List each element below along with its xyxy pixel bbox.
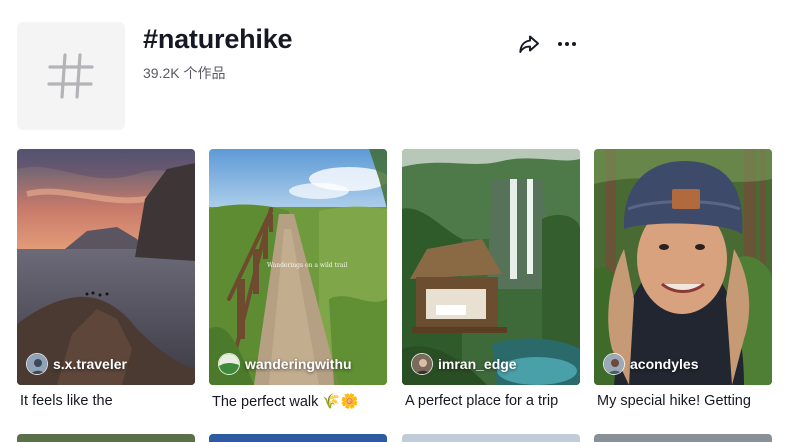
author-name[interactable]: acondyles	[630, 356, 698, 372]
author-info[interactable]: s.x.traveler	[26, 353, 127, 375]
video-caption[interactable]: My special hike! Getting	[594, 393, 772, 409]
video-thumbnail[interactable]: Wanderings on a wild trail wanderingwith…	[209, 149, 387, 385]
author-info[interactable]: wanderingwithu	[218, 353, 352, 375]
more-options-button[interactable]	[555, 32, 579, 56]
video-thumbnail[interactable]: s.x.traveler	[17, 149, 195, 385]
author-avatar[interactable]	[603, 353, 625, 375]
author-avatar[interactable]	[218, 353, 240, 375]
author-avatar[interactable]	[26, 353, 48, 375]
hashtag-header: #naturehike 39.2K 个作品	[17, 22, 777, 132]
more-horizontal-icon	[558, 42, 576, 46]
video-card[interactable]: s.x.traveler It feels like the	[17, 149, 195, 409]
video-caption[interactable]: A perfect place for a trip	[402, 393, 580, 409]
share-button[interactable]	[517, 32, 541, 56]
hashtag-icon	[47, 53, 94, 99]
hashtag-avatar	[17, 22, 125, 130]
video-thumbnail[interactable]: imran_edge	[402, 149, 580, 385]
author-info[interactable]: imran_edge	[411, 353, 517, 375]
author-name[interactable]: s.x.traveler	[53, 356, 127, 372]
thumbnail-image	[594, 149, 772, 385]
video-card[interactable]: Wanderings on a wild trail wanderingwith…	[209, 149, 387, 410]
video-card[interactable]: acondyles My special hike! Getting	[594, 149, 772, 409]
share-arrow-icon	[519, 35, 539, 53]
author-name[interactable]: imran_edge	[438, 356, 517, 372]
video-caption[interactable]: It feels like the	[17, 393, 195, 409]
thumbnail-image	[402, 149, 580, 385]
video-thumbnail[interactable]	[17, 434, 195, 442]
video-thumbnail[interactable]	[594, 434, 772, 442]
hashtag-title: #naturehike	[143, 24, 293, 54]
post-count: 39.2K 个作品	[143, 65, 226, 81]
video-caption[interactable]: The perfect walk 🌾🌼	[209, 393, 387, 410]
thumbnail-image	[17, 149, 195, 385]
author-avatar[interactable]	[411, 353, 433, 375]
video-thumbnail[interactable]	[402, 434, 580, 442]
author-name[interactable]: wanderingwithu	[245, 356, 352, 372]
video-thumbnail[interactable]	[209, 434, 387, 442]
author-info[interactable]: acondyles	[603, 353, 698, 375]
video-thumbnail[interactable]: acondyles	[594, 149, 772, 385]
video-card[interactable]: imran_edge A perfect place for a trip	[402, 149, 580, 409]
video-overlay-text: Wanderings on a wild trail	[267, 262, 348, 269]
